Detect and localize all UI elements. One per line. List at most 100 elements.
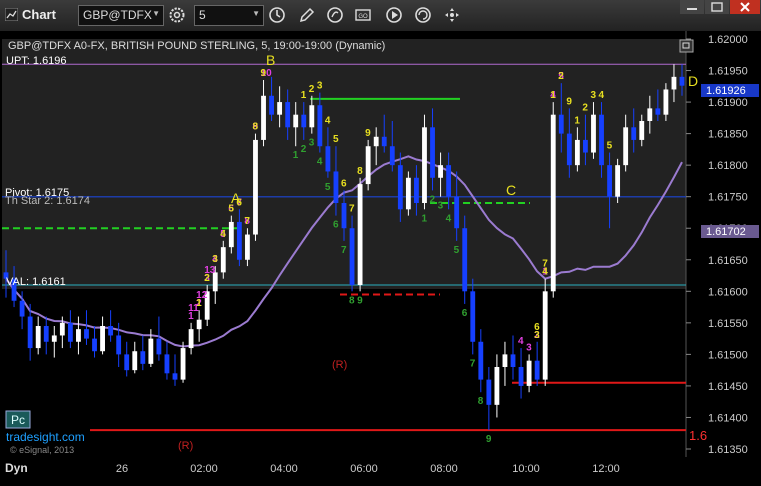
candle-body [76,329,81,342]
th-star-label: Th Star 2: 1.6174 [5,195,90,207]
candle-body [19,300,25,317]
candle-body [574,139,580,166]
chevron-down-icon[interactable]: ▼ [152,9,160,18]
candle-body [623,127,629,166]
link-gear-icon[interactable] [168,6,186,24]
candle-body [486,379,492,405]
setup-count-yellow: 3 [212,254,218,265]
wave-label-c: C [506,182,516,198]
maximize-icon[interactable] [705,0,729,14]
pencil-icon[interactable] [298,6,316,24]
candle-body [245,234,250,260]
candle-body [679,76,685,86]
price-tick-label: 1.61800 [708,160,748,172]
setup-count-yellow: 4 [599,90,605,101]
setup-count-yellow: 7 [542,259,548,270]
play-icon[interactable] [385,6,403,24]
edge-price-label: 1.6 [689,428,707,443]
candle-body [462,228,468,292]
setup-count-yellow: 9 [365,128,371,139]
setup-count-green: 1 [293,150,299,161]
candle-body [655,108,661,115]
candle-body [389,146,395,166]
price-tick-label: 1.62000 [708,34,748,46]
setup-count-yellow: 7 [244,216,250,227]
setup-count-yellow: 2 [204,273,210,284]
candle-body [180,348,186,380]
setup-count-green: 4 [317,157,323,168]
candle-body [470,291,476,342]
candle-body [188,329,194,349]
candle-body [35,326,41,349]
candle-body [261,95,266,140]
setup-count-green: 5 [454,245,460,256]
symbol-input[interactable]: GBP@TDFX ▼ [78,5,164,26]
candle-body [67,322,73,342]
candle-body [550,114,556,292]
clock-icon[interactable] [268,6,286,24]
candle-body [430,127,435,178]
candle-body [309,105,315,128]
close-icon[interactable] [730,0,760,14]
candle-body [631,127,637,140]
setup-count-green: 7 [470,358,476,369]
move-icon[interactable] [443,6,461,24]
formula-icon[interactable] [326,6,344,24]
candle-body [317,105,323,147]
candle-body [220,247,226,273]
candle-body [124,354,130,371]
candle-body [446,165,452,197]
candle-body [228,221,234,248]
time-axis-bar: Dyn 26 02:00 04:00 06:00 08:00 10:00 12:00 [0,457,761,481]
study-icon[interactable]: GO [354,6,372,24]
val-label: VAL: 1.6161 [6,276,66,288]
setup-count-green: 1 [421,213,427,224]
price-tick-label: 1.61600 [708,286,748,298]
setup-count-green: 5 [325,182,331,193]
price-tick-label: 1.61350 [708,444,748,456]
candle-body [599,114,604,166]
interval-input[interactable]: 5 ▼ [194,5,264,26]
time-tick-label: 02:00 [190,463,218,475]
time-tick-label: 10:00 [512,463,540,475]
chart-app-icon [5,8,18,21]
setup-count-yellow: 8 [252,122,258,133]
setup-count-yellow: 5 [333,134,339,145]
candle-body [381,136,387,147]
dyn-label[interactable]: Dyn [5,461,28,475]
setup-count-yellow: 9 [261,68,267,79]
setup-count-yellow: 6 [341,178,347,189]
refresh-icon[interactable] [414,6,432,24]
candle-body [132,351,138,371]
restore-pane-button[interactable] [679,39,694,53]
candle-body [414,177,419,203]
candle-body [325,146,331,172]
candle-body [148,338,154,364]
setup-count-green: 3 [309,138,315,149]
ma-price-value: 1.61702 [706,226,746,238]
candle-body [27,316,33,349]
candle-body [92,338,97,352]
candle-body [100,326,105,352]
candle-body [59,322,65,336]
candle-body [108,326,114,336]
chevron-down-icon[interactable]: ▼ [252,9,260,18]
time-tick-label: 04:00 [270,463,298,475]
setup-count-green: 4 [446,213,452,224]
candle-body [84,329,89,339]
candle-body [671,76,677,90]
minimize-icon[interactable] [680,0,704,14]
candle-body [583,139,588,153]
site-link[interactable]: tradesight.com [6,430,85,444]
title-bar: Chart GBP@TDFX ▼ 5 ▼ GO [0,0,761,32]
candle-body [349,228,355,285]
setup-count-yellow: 5 [607,141,613,152]
setup-count-yellow: 2 [558,71,564,82]
setup-count-yellow: 7 [349,204,355,215]
candle-body [333,171,339,203]
setup-count-green: 8 [478,396,484,407]
wave-label-b: B [266,52,275,68]
setup-count-green: 8 [349,295,355,306]
price-tick-label: 1.61850 [708,129,748,141]
price-chart[interactable]: 1234567891011121343214512345678912 345678… [0,31,761,457]
